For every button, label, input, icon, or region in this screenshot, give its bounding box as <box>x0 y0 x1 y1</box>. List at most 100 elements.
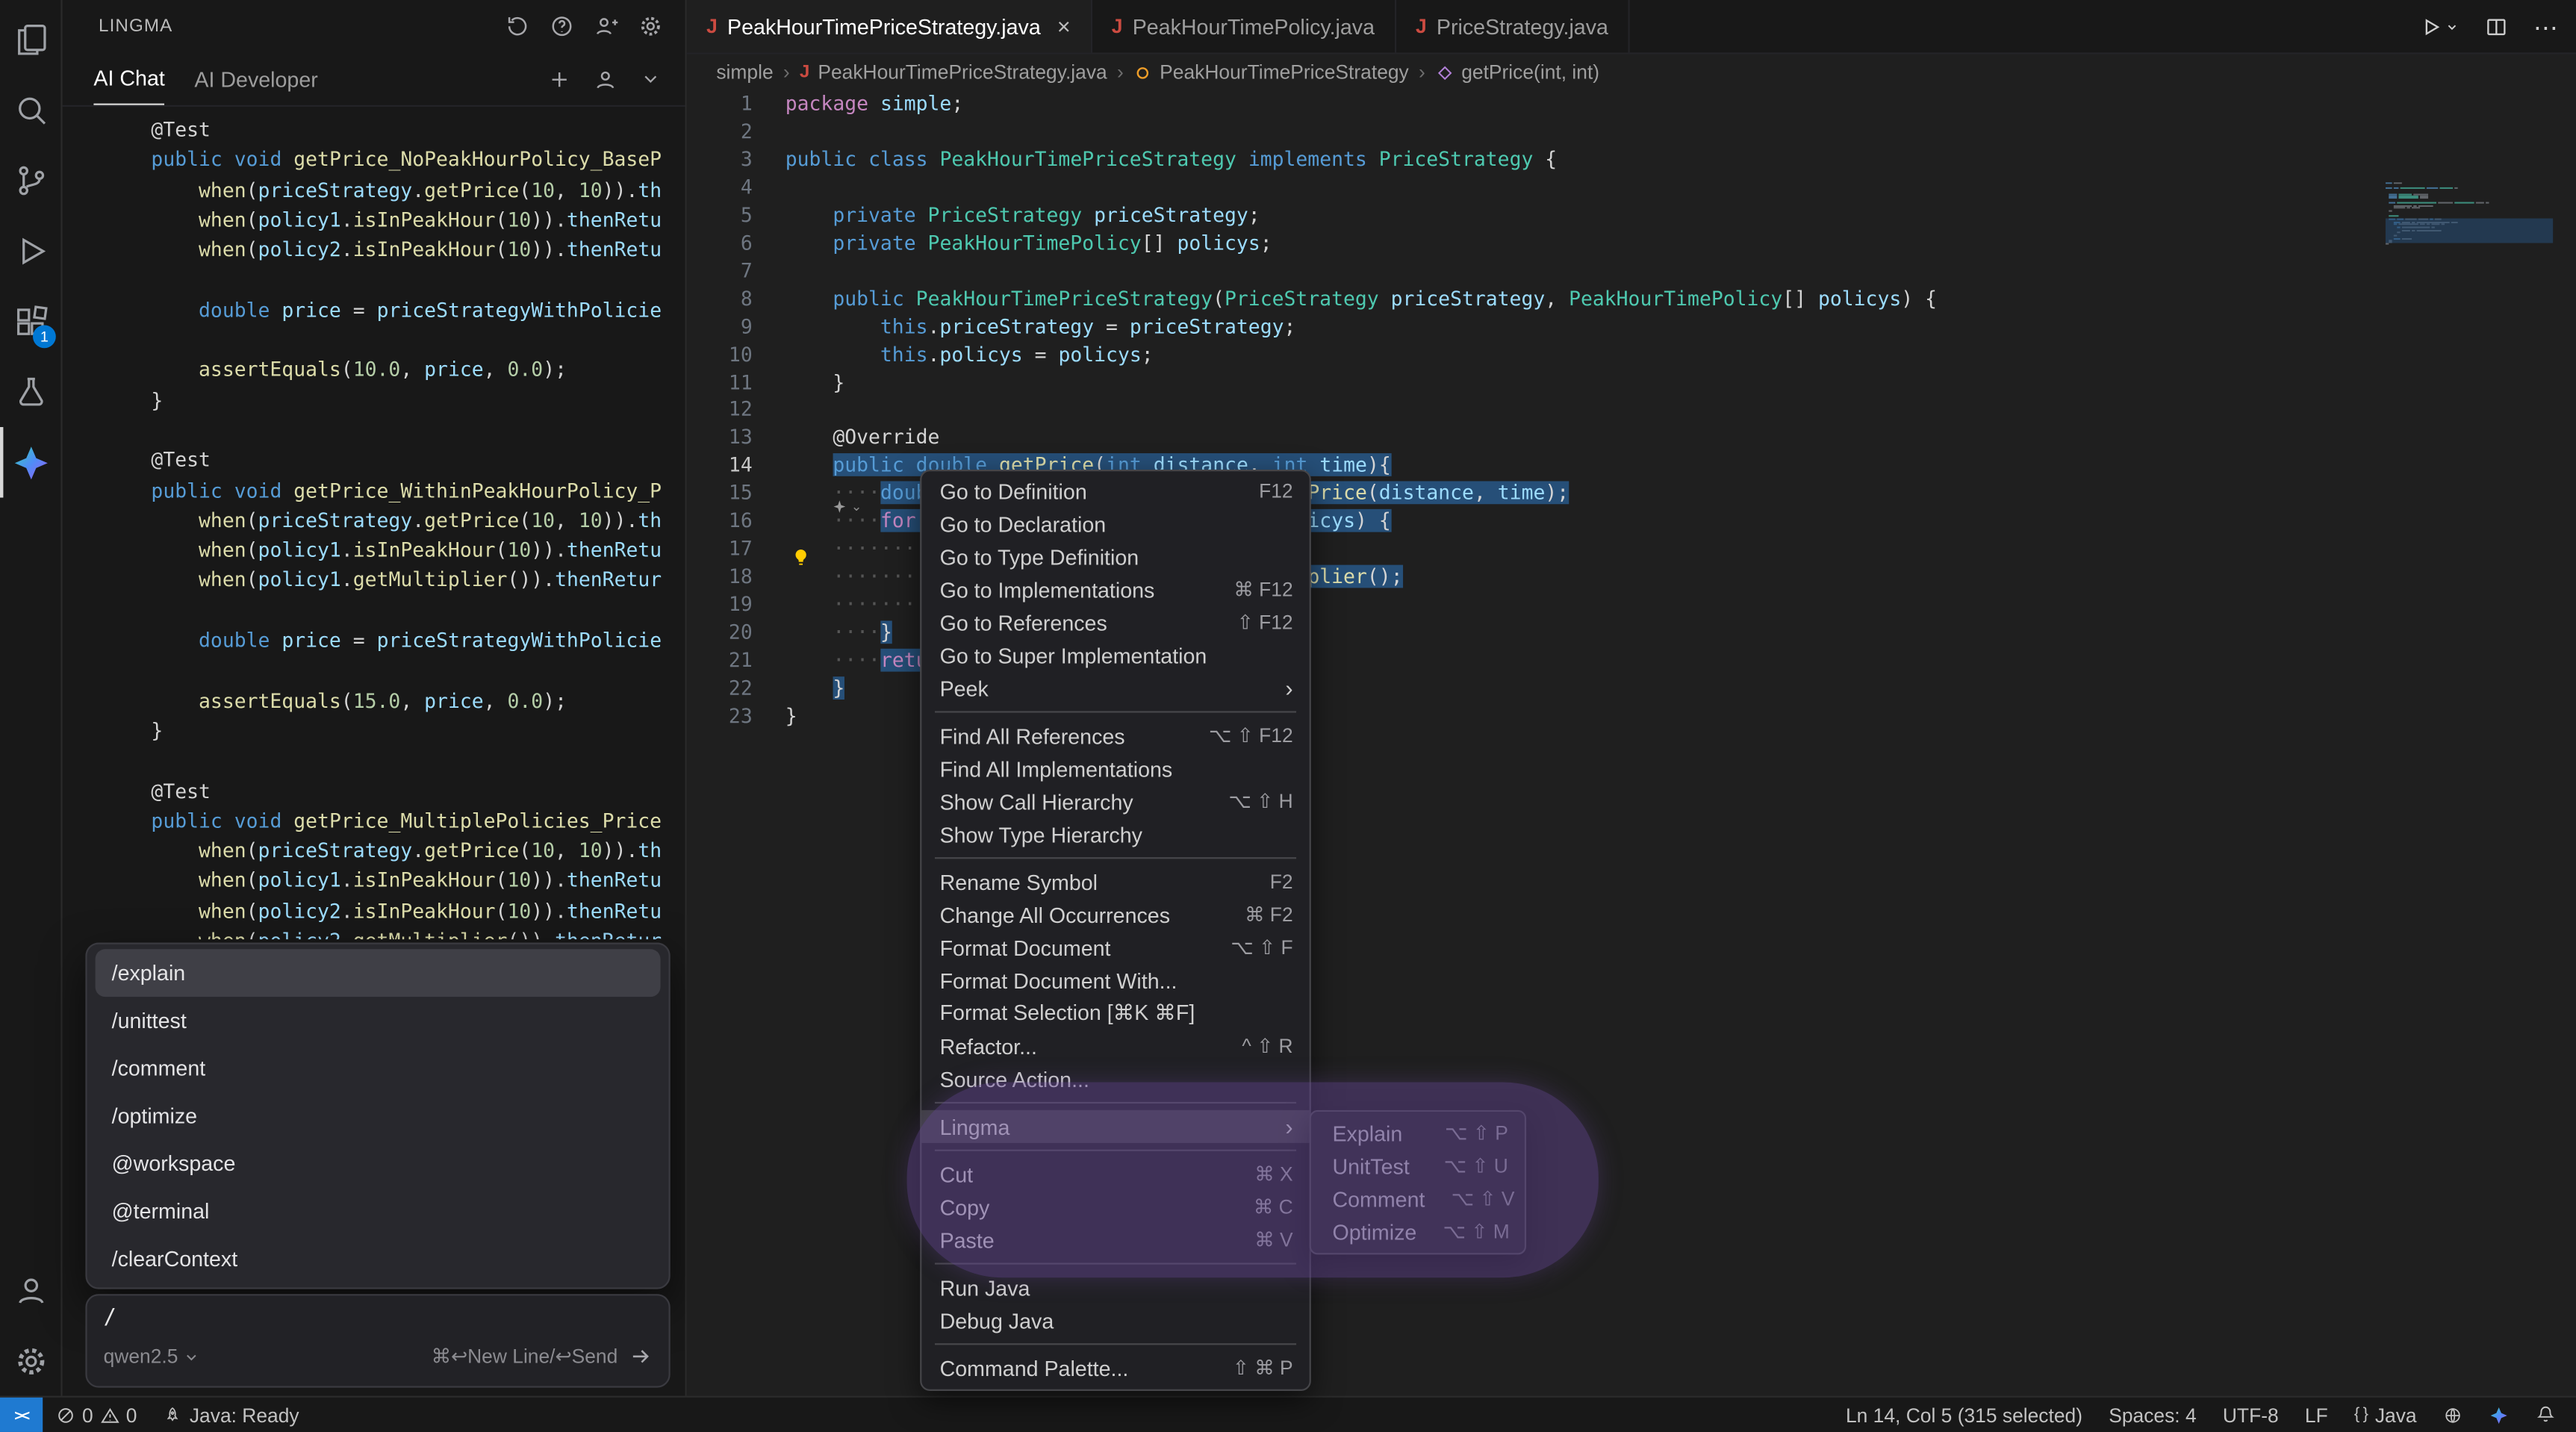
cursor-position[interactable]: Ln 14, Col 5 (315 selected) <box>1832 1398 2095 1432</box>
encoding-status[interactable]: UTF-8 <box>2209 1398 2292 1432</box>
chevron-down-icon[interactable] <box>636 64 666 94</box>
activity-account-icon[interactable] <box>0 1254 60 1325</box>
breadcrumb-item-peakhourtimepricestrategy[interactable]: PeakHourTimePriceStrategy <box>1133 60 1409 84</box>
chevron-down-icon <box>183 1348 201 1366</box>
menu-item-format-selection-k-f[interactable]: Format Selection [⌘K ⌘F] <box>921 997 1309 1030</box>
menu-item-find-all-implementations[interactable]: Find All Implementations <box>921 752 1309 785</box>
chat-code-line: public void getPrice_WithinPeakHourPolic… <box>151 476 685 505</box>
chat-code-line: when(policy1.isInPeakHour(10)).thenRetu <box>151 205 685 235</box>
more-actions-icon[interactable]: ⋯ <box>2533 12 2560 42</box>
menu-item-peek[interactable]: Peek› <box>921 672 1309 705</box>
problems-status[interactable]: 0 0 <box>43 1398 150 1432</box>
menu-item-cut[interactable]: Cut⌘ X <box>921 1158 1309 1191</box>
java-file-icon: J <box>706 15 718 38</box>
symbol-method-icon <box>1435 63 1453 81</box>
tab-ai-developer[interactable]: AI Developer <box>194 52 317 105</box>
globe-icon <box>2443 1405 2463 1425</box>
menu-item-command-palette[interactable]: Command Palette...⇧ ⌘ P <box>921 1351 1309 1384</box>
activity-source-control-icon[interactable] <box>0 145 60 216</box>
activity-search-icon[interactable] <box>0 74 60 145</box>
menu-item-show-type-hierarchy[interactable]: Show Type Hierarchy <box>921 818 1309 850</box>
code-line: 2 <box>687 118 2576 146</box>
activity-lingma-icon[interactable] <box>0 427 60 498</box>
slash-command-workspace[interactable]: @workspace <box>96 1139 661 1187</box>
run-button[interactable] <box>2418 15 2460 40</box>
menu-item-find-all-references[interactable]: Find All References⌥ ⇧ F12 <box>921 719 1309 752</box>
help-icon[interactable] <box>547 11 577 41</box>
activity-testing-icon[interactable] <box>0 356 60 427</box>
activity-run-and-debug-icon[interactable] <box>0 215 60 286</box>
tab-label: PeakHourTimePolicy.java <box>1133 14 1375 39</box>
invite-user-icon[interactable] <box>591 11 621 41</box>
line-number: 18 <box>687 564 753 591</box>
activity-extensions-icon[interactable]: 1 <box>0 286 60 357</box>
slash-command-explain[interactable]: /explain <box>96 949 661 997</box>
lingma-codelens-icon[interactable]: ⌄ <box>831 494 862 522</box>
menu-item-go-to-references[interactable]: Go to References⇧ F12 <box>921 606 1309 639</box>
send-button[interactable] <box>629 1345 653 1368</box>
submenu-item-unittest[interactable]: UnitTest⌥ ⇧ U <box>1311 1150 1525 1183</box>
lingma-submenu: Explain⌥ ⇧ PUnitTest⌥ ⇧ UComment⌥ ⇧ VOpt… <box>1310 1110 1526 1255</box>
menu-item-copy[interactable]: Copy⌘ C <box>921 1191 1309 1224</box>
new-chat-icon[interactable] <box>544 64 573 94</box>
menu-item-run-java[interactable]: Run Java <box>921 1271 1309 1304</box>
eol-status[interactable]: LF <box>2292 1398 2341 1432</box>
editor-tab-pricestrategy-java[interactable]: JPriceStrategy.java <box>1396 0 1630 52</box>
remote-indicator[interactable]: >< <box>0 1398 43 1432</box>
line-number: 23 <box>687 703 753 730</box>
menu-item-change-all-occurrences[interactable]: Change All Occurrences⌘ F2 <box>921 898 1309 931</box>
menu-item-format-document-with[interactable]: Format Document With... <box>921 964 1309 997</box>
menu-item-go-to-implementations[interactable]: Go to Implementations⌘ F12 <box>921 573 1309 606</box>
history-icon[interactable] <box>503 11 532 41</box>
chat-input-value[interactable]: / <box>104 1306 653 1345</box>
slash-command-comment[interactable]: /comment <box>96 1045 661 1092</box>
profile-icon[interactable] <box>590 64 620 94</box>
editor-tab-peakhourtimepolicy-java[interactable]: JPeakHourTimePolicy.java <box>1092 0 1396 52</box>
menu-item-go-to-type-definition[interactable]: Go to Type Definition <box>921 541 1309 573</box>
menu-item-show-call-hierarchy[interactable]: Show Call Hierarchy⌥ ⇧ H <box>921 785 1309 818</box>
menu-item-debug-java[interactable]: Debug Java <box>921 1304 1309 1336</box>
activity-explorer-icon[interactable] <box>0 3 60 74</box>
sidebar-tabbar: AI Chat AI Developer <box>63 52 685 107</box>
code-line: 1package simple; <box>687 90 2576 118</box>
menu-item-paste[interactable]: Paste⌘ V <box>921 1224 1309 1257</box>
line-number: 20 <box>687 619 753 647</box>
line-number: 17 <box>687 536 753 564</box>
language-server-icon[interactable] <box>2430 1398 2476 1432</box>
split-editor-icon[interactable] <box>2484 15 2509 40</box>
minimap[interactable] <box>2386 182 2553 261</box>
notifications-bell-icon[interactable] <box>2521 1398 2576 1432</box>
submenu-item-optimize[interactable]: Optimize⌥ ⇧ M <box>1311 1215 1525 1248</box>
slash-command-unittest[interactable]: /unittest <box>96 997 661 1045</box>
slash-command-optimize[interactable]: /optimize <box>96 1092 661 1140</box>
menu-item-lingma[interactable]: Lingma› <box>921 1110 1309 1143</box>
language-mode[interactable]: { } Java <box>2341 1398 2430 1432</box>
breadcrumb-item-getprice-int-int[interactable]: getPrice(int, int) <box>1435 60 1599 84</box>
sidebar-settings-icon[interactable] <box>636 11 666 41</box>
menu-item-refactor[interactable]: Refactor...^ ⇧ R <box>921 1030 1309 1062</box>
breadcrumb-item-simple[interactable]: simple <box>716 60 773 84</box>
menu-item-go-to-super-implementation[interactable]: Go to Super Implementation <box>921 639 1309 672</box>
submenu-item-comment[interactable]: Comment⌥ ⇧ V <box>1311 1183 1525 1215</box>
menu-item-go-to-declaration[interactable]: Go to Declaration <box>921 508 1309 541</box>
tab-ai-chat[interactable]: AI Chat <box>93 52 164 105</box>
chat-code-line: public void getPrice_MultiplePolicies_Pr… <box>151 806 685 836</box>
menu-item-source-action[interactable]: Source Action... <box>921 1062 1309 1095</box>
menu-item-format-document[interactable]: Format Document⌥ ⇧ F <box>921 931 1309 964</box>
close-tab-icon[interactable]: × <box>1057 13 1071 40</box>
breadcrumb-item-peakhourtimepricestrategy-java[interactable]: JPeakHourTimePriceStrategy.java <box>800 60 1107 84</box>
model-selector[interactable]: qwen2.5 <box>104 1345 202 1368</box>
menu-item-go-to-definition[interactable]: Go to DefinitionF12 <box>921 475 1309 508</box>
lingma-status-icon[interactable] <box>2476 1398 2522 1432</box>
java-status[interactable]: Java: Ready <box>150 1398 312 1432</box>
menu-item-rename-symbol[interactable]: Rename SymbolF2 <box>921 865 1309 898</box>
slash-command-terminal[interactable]: @terminal <box>96 1187 661 1235</box>
submenu-item-explain[interactable]: Explain⌥ ⇧ P <box>1311 1117 1525 1150</box>
indentation-status[interactable]: Spaces: 4 <box>2096 1398 2210 1432</box>
slash-command-clearcontext[interactable]: /clearContext <box>96 1235 661 1283</box>
editor-tab-peakhourtimepricestrategy-java[interactable]: JPeakHourTimePriceStrategy.java× <box>687 0 1092 52</box>
quick-fix-lightbulb-icon[interactable] <box>790 547 812 568</box>
chat-input-box[interactable]: / qwen2.5 ⌘↩New Line/↩Send <box>85 1294 670 1387</box>
activity-settings-icon[interactable] <box>0 1325 60 1396</box>
chat-code-line: when(priceStrategy.getPrice(10, 10)).th <box>151 836 685 866</box>
